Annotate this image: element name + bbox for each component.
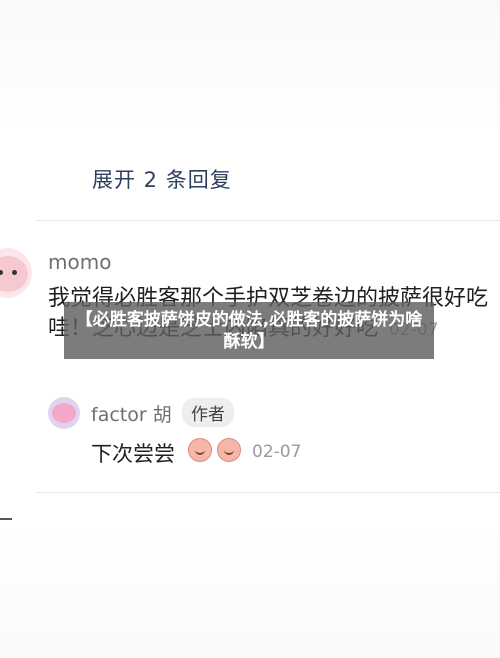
title-banner: 【必胜客披萨饼皮的做法,必胜客的披萨饼为啥酥软】 <box>64 302 434 359</box>
reply-username[interactable]: factor 胡 <box>91 400 172 427</box>
laughing-emoji-icon <box>188 438 212 462</box>
avatar[interactable] <box>0 248 32 298</box>
divider <box>36 492 500 493</box>
divider <box>36 220 500 221</box>
laughing-emoji-icon <box>217 438 241 462</box>
expand-replies-link[interactable]: 展开 2 条回复 <box>92 164 232 194</box>
author-badge: 作者 <box>182 398 234 427</box>
banner-title: 【必胜客披萨饼皮的做法,必胜客的披萨饼为啥酥软】 <box>75 309 423 352</box>
reply-timestamp: 02-07 <box>252 442 302 462</box>
reply-text: 下次尝尝 <box>91 442 175 466</box>
avatar-eye <box>12 270 17 275</box>
edge-mark <box>0 518 12 520</box>
comment-thread-screen: 展开 2 条回复 momo 我觉得必胜客那个手护双芝卷边的披萨很好吃哇！芝心边是… <box>0 0 500 658</box>
comment-username[interactable]: momo <box>48 250 111 274</box>
reply-avatar[interactable] <box>48 397 80 429</box>
reply-avatar-image <box>52 403 76 423</box>
